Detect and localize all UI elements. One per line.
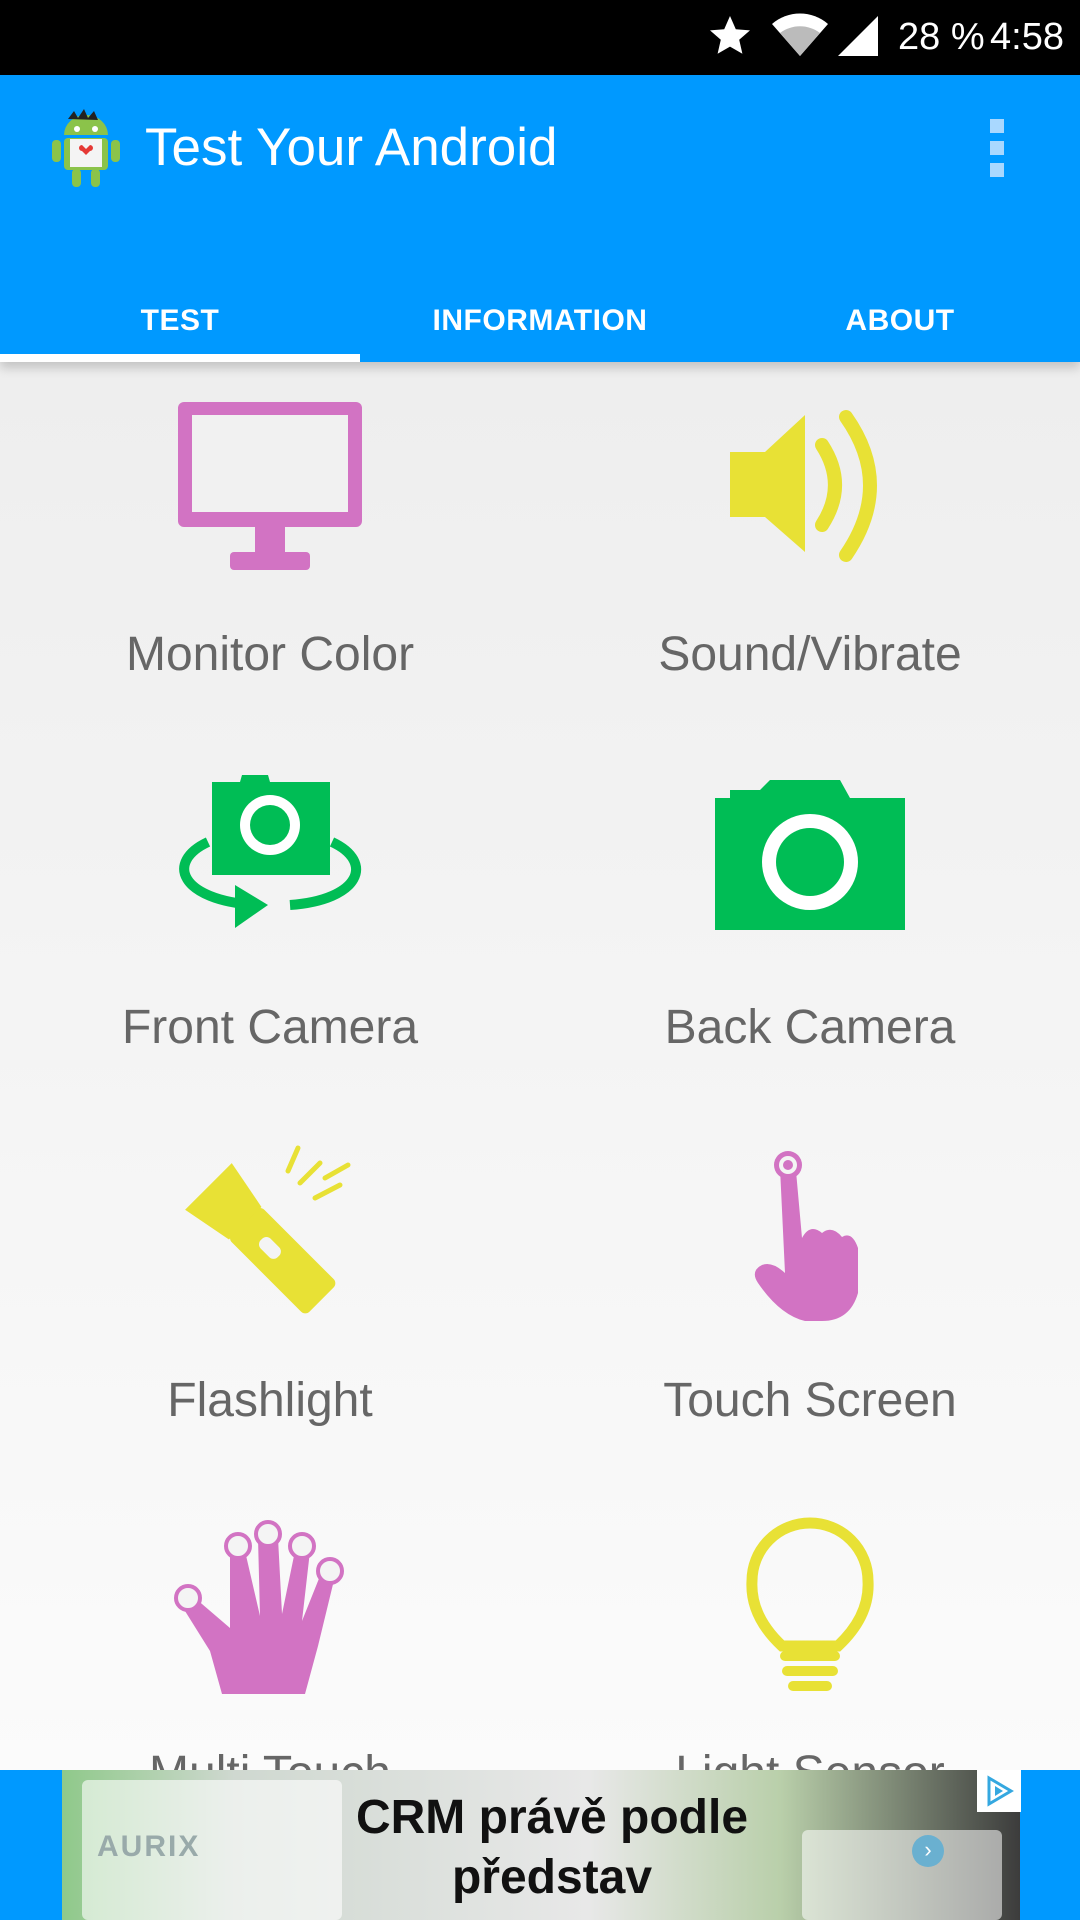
- ad-headline-line1: CRM právě podle: [355, 1791, 749, 1844]
- overflow-menu-button[interactable]: [972, 115, 1022, 185]
- wifi-icon: [772, 13, 828, 56]
- test-label: Sound/Vibrate: [658, 628, 962, 681]
- ad-brand-logo: AURIX: [97, 1830, 201, 1863]
- ad-choices-icon: [987, 1775, 1014, 1807]
- light-bulb-icon: [746, 1517, 874, 1691]
- test-tile-back-camera[interactable]: Back Camera: [540, 735, 1080, 1108]
- test-tile-touch-screen[interactable]: Touch Screen: [540, 1108, 1080, 1481]
- app-title: Test Your Android: [145, 118, 558, 177]
- tab-test[interactable]: TEST: [0, 277, 360, 362]
- star-icon: [710, 16, 750, 54]
- signal-icon: [838, 16, 878, 56]
- finger-touch-icon: [754, 1151, 858, 1321]
- tab-about[interactable]: ABOUT: [720, 277, 1080, 362]
- test-tile-light-sensor[interactable]: Light Sensor: [540, 1481, 1080, 1770]
- tab-bar: TEST INFORMATION ABOUT: [0, 277, 1080, 362]
- test-tile-multi-touch[interactable]: Multi Touch: [0, 1481, 540, 1770]
- ad-choices-button[interactable]: [977, 1770, 1021, 1812]
- android-logo-icon: [52, 109, 120, 187]
- flashlight-icon: [185, 1145, 351, 1314]
- test-label: Flashlight: [167, 1374, 373, 1427]
- ad-headline[interactable]: CRM právě podle představ: [232, 1788, 872, 1908]
- ad-banner[interactable]: AURIX CRM právě podle představ ›: [0, 1770, 1080, 1920]
- ad-creative[interactable]: AURIX CRM právě podle představ ›: [62, 1770, 1020, 1920]
- test-label: Multi Touch: [0, 1746, 540, 1770]
- test-tile-sound-vibrate[interactable]: Sound/Vibrate: [540, 362, 1080, 735]
- clock: 4:58: [990, 16, 1064, 58]
- ad-headline-line2: představ: [451, 1851, 653, 1904]
- test-label: Light Sensor: [540, 1746, 1080, 1770]
- app-bar: Test Your Android TEST INFORMATION ABOUT: [0, 75, 1080, 362]
- tab-about-label: ABOUT: [845, 304, 955, 337]
- test-label: Front Camera: [121, 1001, 419, 1054]
- battery-level: 28 %: [898, 16, 985, 58]
- tab-information-label: INFORMATION: [432, 304, 648, 337]
- test-label: Back Camera: [664, 1001, 956, 1054]
- hand-multitouch-icon: [174, 1520, 344, 1694]
- speaker-icon: [730, 410, 877, 562]
- front-camera-icon: [179, 775, 362, 928]
- status-bar: 28 % 4:58: [0, 0, 1080, 75]
- tab-information[interactable]: INFORMATION: [360, 277, 720, 362]
- tab-test-label: TEST: [140, 304, 220, 337]
- test-tile-monitor-color[interactable]: Monitor Color: [0, 362, 540, 735]
- ad-arrow-icon[interactable]: ›: [912, 1835, 944, 1867]
- tab-selected-indicator: [0, 354, 360, 362]
- test-grid: Monitor Color Sound/Vibrate Front Camera…: [0, 362, 1080, 1770]
- monitor-icon: [178, 402, 362, 570]
- test-label: Monitor Color: [125, 628, 415, 681]
- test-label: Touch Screen: [663, 1374, 957, 1427]
- test-tile-flashlight[interactable]: Flashlight: [0, 1108, 540, 1481]
- test-tile-front-camera[interactable]: Front Camera: [0, 735, 540, 1108]
- back-camera-icon: [715, 780, 905, 930]
